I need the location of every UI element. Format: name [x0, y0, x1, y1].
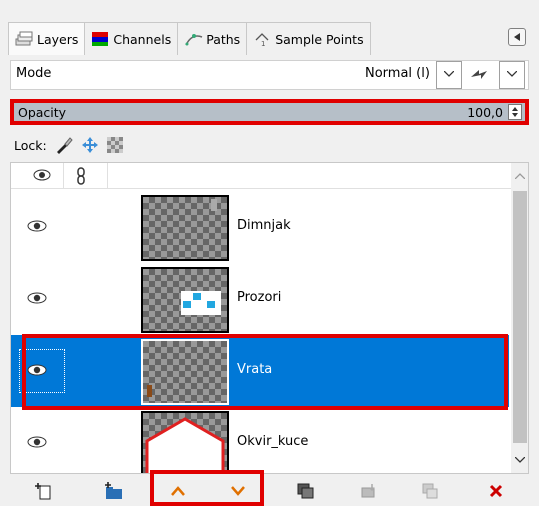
lock-alpha-icon[interactable]	[106, 137, 123, 153]
layer-thumbnail	[141, 411, 229, 473]
merge-layer-icon	[422, 483, 438, 499]
tab-menu-button[interactable]	[508, 28, 526, 46]
duplicate-layer-icon	[297, 483, 314, 499]
layers-dock: Layers Channels Paths 1 Sample Points Mo…	[0, 0, 539, 506]
layer-thumbnail	[141, 267, 229, 333]
tab-channels-label: Channels	[113, 31, 172, 47]
mode-label: Mode	[16, 66, 52, 81]
layer-row-vrata[interactable]: Vrata	[11, 335, 509, 407]
layer-name[interactable]: Dimnjak	[237, 218, 291, 233]
anchor-layer-button[interactable]	[356, 480, 382, 502]
delete-icon	[489, 484, 503, 498]
layers-icon	[15, 31, 33, 47]
merge-layer-button[interactable]	[417, 480, 443, 502]
visibility-column-eye-icon	[33, 169, 51, 181]
layer-row-prozori[interactable]: Prozori	[11, 263, 509, 335]
layer-thumbnail	[141, 339, 229, 405]
new-layer-button[interactable]	[30, 480, 56, 502]
svg-text:1: 1	[261, 40, 265, 47]
header-separator	[63, 163, 64, 189]
chevron-down-icon	[231, 486, 245, 496]
lock-pixels-icon[interactable]	[55, 136, 73, 154]
opacity-label: Opacity	[18, 105, 67, 120]
layer-visibility-eye-icon[interactable]	[27, 219, 47, 233]
tab-paths-label: Paths	[206, 31, 241, 47]
delete-layer-button[interactable]	[483, 480, 509, 502]
layers-toolbar	[0, 476, 539, 506]
chevron-up-icon	[171, 486, 185, 496]
layer-visibility-eye-icon[interactable]	[27, 363, 47, 377]
lock-position-icon[interactable]	[81, 136, 99, 154]
layers-list-header	[11, 163, 511, 189]
chain-column-icon	[77, 167, 85, 185]
paths-icon	[184, 31, 203, 47]
layer-row-okvir-kuce[interactable]: Okvir_kuce	[11, 407, 509, 473]
tab-paths[interactable]: Paths	[177, 22, 248, 55]
duplicate-layer-button[interactable]	[292, 480, 318, 502]
layer-visibility-eye-icon[interactable]	[27, 435, 47, 449]
layer-name[interactable]: Vrata	[237, 362, 272, 377]
lock-row: Lock:	[14, 135, 123, 155]
sample-points-icon: 1	[253, 31, 271, 48]
opacity-slider[interactable]: Opacity 100,0	[10, 99, 529, 125]
new-layer-group-icon	[105, 482, 122, 499]
composite-mode-icon	[471, 70, 487, 79]
mode-dropdown-button[interactable]	[436, 61, 462, 89]
channels-icon	[91, 31, 109, 47]
layer-thumbnail	[141, 195, 229, 261]
tab-sample-points-label: Sample Points	[275, 31, 364, 47]
lower-layer-button[interactable]	[225, 480, 251, 502]
header-separator	[107, 163, 108, 189]
scroll-down-icon[interactable]	[515, 457, 525, 463]
lock-label: Lock:	[14, 137, 47, 153]
mode-row: Mode Normal (l)	[10, 60, 529, 90]
layers-scrollbar[interactable]	[511, 163, 528, 473]
tab-bar: Layers Channels Paths 1 Sample Points	[8, 22, 371, 55]
opacity-value: 100,0	[467, 105, 503, 120]
tab-layers-label: Layers	[37, 31, 79, 47]
scroll-up-icon[interactable]	[515, 173, 525, 179]
opacity-spin-button[interactable]	[508, 104, 522, 120]
layer-row-dimnjak[interactable]: Dimnjak	[11, 191, 509, 263]
new-layer-icon	[35, 483, 51, 500]
tab-layers[interactable]: Layers	[8, 22, 86, 55]
layer-name[interactable]: Okvir_kuce	[237, 434, 308, 449]
layers-list: Dimnjak Prozori Vrata Okvir_kuce	[10, 162, 529, 474]
chevron-down-icon	[507, 71, 517, 77]
new-layer-group-button[interactable]	[100, 480, 126, 502]
mode-select[interactable]: Normal (l)	[365, 66, 430, 81]
tab-channels[interactable]: Channels	[84, 22, 179, 55]
layer-name[interactable]: Prozori	[237, 290, 281, 305]
layer-visibility-eye-icon[interactable]	[27, 291, 47, 305]
scrollbar-thumb[interactable]	[513, 191, 527, 443]
chevron-down-icon	[444, 71, 454, 77]
tab-sample-points[interactable]: 1 Sample Points	[246, 22, 371, 55]
composite-mode-button[interactable]	[466, 61, 492, 89]
anchor-layer-icon	[361, 484, 375, 498]
composite-dropdown-button[interactable]	[499, 61, 525, 89]
raise-layer-button[interactable]	[165, 480, 191, 502]
